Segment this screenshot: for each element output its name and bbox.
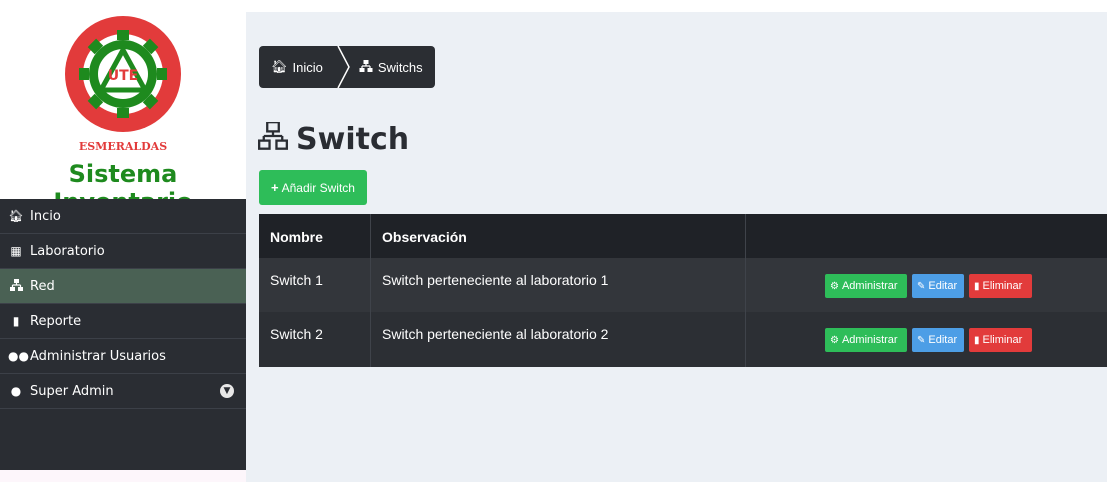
administrar-button[interactable]: ⚙ Administrar — [825, 328, 907, 352]
plus-icon: + — [271, 180, 279, 195]
cell-actions: ⚙ Administrar ✎ Editar ▮ Eliminar — [746, 312, 1107, 367]
breadcrumb-current[interactable]: Switchs — [350, 46, 435, 88]
column-header-observacion: Observación — [371, 214, 746, 258]
sidebar-item-administrar-usuarios[interactable]: ●● Administrar Usuarios — [0, 339, 246, 374]
chevron-down-icon[interactable]: ▼ — [220, 384, 234, 398]
eliminar-label: Eliminar — [982, 280, 1023, 292]
sidebar: UTE ESMERALDAS Sistema Inventario 🏠︎ Inc… — [0, 0, 246, 482]
editar-label: Editar — [928, 280, 958, 292]
building-icon: ▦ — [10, 244, 22, 258]
sidebar-footer-strip — [0, 470, 246, 482]
add-switch-button[interactable]: + Añadir Switch — [259, 170, 367, 205]
table-row: Switch 2 Switch perteneciente al laborat… — [259, 312, 1107, 367]
users-icon: ●● — [8, 349, 29, 363]
file-icon: ▮ — [12, 314, 20, 328]
svg-text:ESMERALDAS: ESMERALDAS — [79, 140, 167, 153]
administrar-label: Administrar — [841, 334, 898, 346]
administrar-button[interactable]: ⚙ Administrar — [825, 274, 907, 298]
editar-button[interactable]: ✎ Editar — [912, 328, 964, 352]
column-header-nombre: Nombre — [259, 214, 371, 258]
cell-nombre: Switch 2 — [259, 312, 371, 367]
table-header-row: Nombre Observación — [259, 214, 1107, 258]
editar-button[interactable]: ✎ Editar — [912, 274, 964, 298]
edit-icon: ✎ — [917, 334, 926, 346]
sidebar-item-super-admin[interactable]: ● Super Admin ▼ — [0, 374, 246, 409]
page-title-text: Switch — [296, 122, 410, 157]
eliminar-label: Eliminar — [982, 334, 1023, 346]
breadcrumb: 🏠︎ Inicio Switchs — [259, 46, 435, 88]
svg-text:UTE: UTE — [108, 68, 138, 84]
home-icon: 🏠︎ — [8, 209, 24, 223]
cell-actions: ⚙ Administrar ✎ Editar ▮ Eliminar — [746, 258, 1107, 312]
switch-table: Nombre Observación Switch 1 Switch perte… — [259, 214, 1107, 367]
trash-icon: ▮ — [974, 280, 980, 292]
eliminar-button[interactable]: ▮ Eliminar — [969, 328, 1032, 352]
gear-icon: ⚙ — [830, 280, 839, 292]
cell-observacion: Switch perteneciente al laboratorio 2 — [371, 312, 746, 367]
sidebar-menu: 🏠︎ Incio ▦ Laboratorio Red ▮ Reporte ●● … — [0, 199, 246, 482]
page-title: Switch — [258, 121, 410, 157]
sidebar-item-label: Super Admin — [30, 383, 114, 399]
add-switch-label: Añadir Switch — [281, 180, 355, 195]
breadcrumb-current-label: Switchs — [377, 59, 423, 75]
sidebar-item-label: Incio — [30, 208, 61, 224]
network-icon — [258, 121, 288, 157]
sidebar-item-label: Laboratorio — [30, 243, 105, 259]
home-icon: 🏠︎ — [271, 59, 288, 74]
sidebar-item-laboratorio[interactable]: ▦ Laboratorio — [0, 234, 246, 269]
sidebar-item-inicio[interactable]: 🏠︎ Incio — [0, 199, 246, 234]
table-row: Switch 1 Switch perteneciente al laborat… — [259, 258, 1107, 312]
column-header-actions — [746, 214, 1107, 258]
edit-icon: ✎ — [917, 280, 926, 292]
sidebar-item-reporte[interactable]: ▮ Reporte — [0, 304, 246, 339]
main-content: 🏠︎ Inicio Switchs Switch + Añadir Switch… — [246, 0, 1107, 482]
eliminar-button[interactable]: ▮ Eliminar — [969, 274, 1032, 298]
administrar-label: Administrar — [841, 280, 898, 292]
sidebar-item-label: Red — [30, 278, 55, 294]
user-shield-icon: ● — [10, 384, 22, 398]
sidebar-item-label: Administrar Usuarios — [30, 348, 166, 364]
university-logo: UTE ESMERALDAS — [65, 16, 181, 153]
gear-icon: ⚙ — [830, 334, 839, 346]
cell-observacion: Switch perteneciente al laboratorio 1 — [371, 258, 746, 312]
logo-area: UTE ESMERALDAS Sistema Inventario — [0, 0, 246, 216]
breadcrumb-home[interactable]: 🏠︎ Inicio — [259, 46, 337, 88]
network-icon — [359, 59, 373, 75]
editar-label: Editar — [928, 334, 958, 346]
trash-icon: ▮ — [974, 334, 980, 346]
sidebar-item-red[interactable]: Red — [0, 269, 246, 304]
breadcrumb-home-label: Inicio — [292, 59, 323, 75]
network-icon — [8, 278, 24, 294]
sidebar-item-label: Reporte — [30, 313, 82, 329]
cell-nombre: Switch 1 — [259, 258, 371, 312]
breadcrumb-separator — [336, 46, 351, 88]
